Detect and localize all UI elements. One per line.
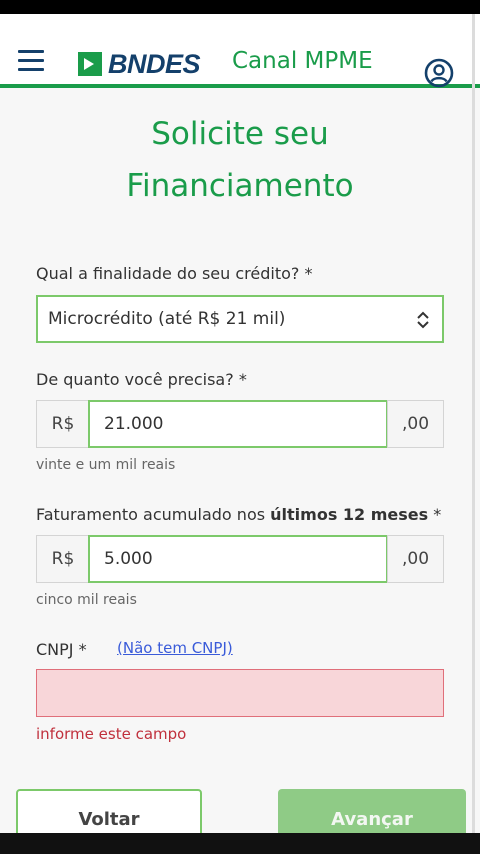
valor-helper-text: vinte e um mil reais (36, 457, 176, 473)
channel-title: Canal MPME (232, 48, 373, 74)
account-circle-icon[interactable] (424, 58, 454, 88)
finalidade-selected-value: Microcrédito (até R$ 21 mil) (48, 309, 286, 329)
no-cnpj-link[interactable]: (Não tem CNPJ) (117, 639, 233, 657)
cnpj-error-message: informe este campo (36, 725, 187, 743)
faturamento-label-bold: últimos 12 meses (270, 505, 429, 524)
valor-input-group: R$ 21.000 ,00 (36, 400, 444, 448)
faturamento-input-group: R$ 5.000 ,00 (36, 535, 444, 583)
valor-currency-prefix: R$ (36, 400, 90, 448)
valor-label: De quanto você precisa? * (36, 370, 247, 389)
faturamento-helper-text: cinco mil reais (36, 592, 137, 608)
cnpj-label: CNPJ * (36, 640, 87, 659)
scrollbar[interactable] (472, 14, 475, 833)
up-down-chevron-icon (417, 311, 429, 329)
finalidade-label: Qual a finalidade do seu crédito? * (36, 264, 313, 283)
faturamento-currency-prefix: R$ (36, 535, 90, 583)
logo-text: BNDES (108, 48, 201, 79)
cnpj-input[interactable] (36, 669, 444, 717)
page-title-line-2: Financiamento (126, 168, 354, 204)
valor-cents-suffix: ,00 (387, 400, 444, 448)
faturamento-label: Faturamento acumulado nos últimos 12 mes… (36, 505, 441, 524)
hamburger-menu-icon[interactable] (18, 50, 44, 71)
bndes-logo-mark-icon (78, 52, 102, 76)
faturamento-label-end: * (428, 505, 442, 524)
status-bar (0, 0, 480, 14)
bndes-logo[interactable]: BNDES (78, 48, 201, 79)
faturamento-label-start: Faturamento acumulado nos (36, 505, 271, 524)
navigation-bar (0, 833, 480, 854)
faturamento-cents-suffix: ,00 (387, 535, 444, 583)
app-header: BNDES Canal MPME (0, 14, 480, 88)
page-title: Solicite seu Financiamento (0, 108, 480, 212)
faturamento-input[interactable]: 5.000 (88, 535, 388, 583)
finalidade-select[interactable]: Microcrédito (até R$ 21 mil) (36, 295, 444, 343)
page-title-line-1: Solicite seu (151, 116, 329, 152)
valor-input[interactable]: 21.000 (88, 400, 388, 448)
